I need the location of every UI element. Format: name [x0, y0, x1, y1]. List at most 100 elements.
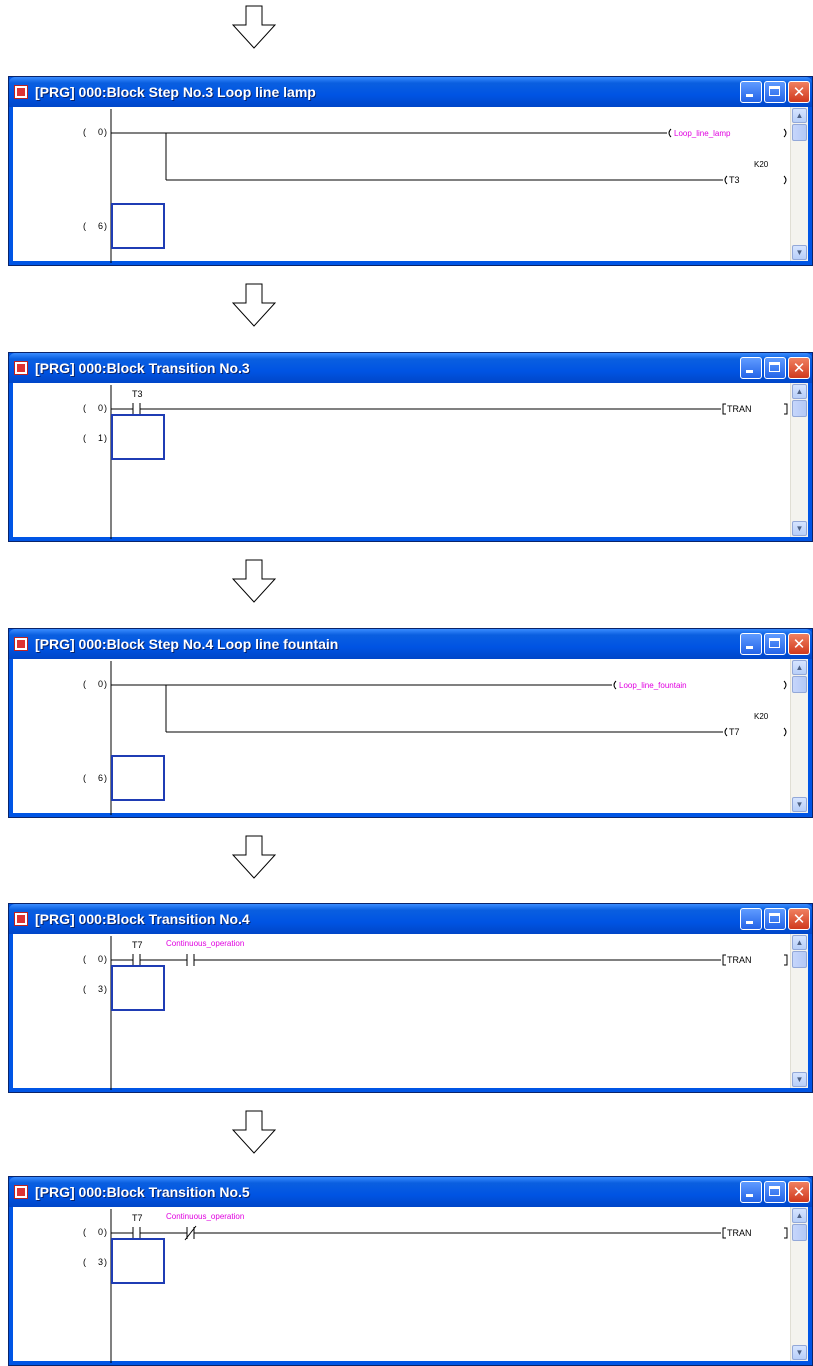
- step-number: 6: [98, 773, 103, 783]
- scroll-down-icon[interactable]: ▼: [792, 1072, 807, 1087]
- editor-cursor[interactable]: [111, 1238, 165, 1284]
- step-number: 0: [98, 127, 103, 137]
- contact-comment: Continuous_operation: [166, 939, 244, 948]
- scroll-down-icon[interactable]: ▼: [792, 1345, 807, 1360]
- scroll-up-icon[interactable]: ▲: [792, 1208, 807, 1223]
- minimize-button[interactable]: [740, 633, 762, 655]
- scroll-up-icon[interactable]: ▲: [792, 660, 807, 675]
- instruction-bracket: [784, 1227, 788, 1239]
- step-bracket: ): [104, 984, 107, 994]
- ladder-editor[interactable]: ( 0 ) T7 Continuous_operation TRAN ( 3 )…: [13, 1207, 808, 1363]
- vertical-scrollbar[interactable]: ▲ ▼: [790, 934, 808, 1088]
- vertical-scrollbar[interactable]: ▲ ▼: [790, 383, 808, 537]
- ladder-window-transition5[interactable]: [PRG] 000:Block Transition No.5 ✕ ( 0 ) …: [8, 1176, 813, 1366]
- step-bracket: ): [104, 221, 107, 231]
- ladder-window-transition3[interactable]: [PRG] 000:Block Transition No.3 ✕ ( 0 ) …: [8, 352, 813, 542]
- coil-symbol: [783, 175, 787, 185]
- close-button[interactable]: ✕: [788, 81, 810, 103]
- step-bracket: ): [104, 1227, 107, 1237]
- step-bracket: ): [104, 954, 107, 964]
- ladder-diagram[interactable]: ( 0 ) Loop_line_fountain T7 K20 ( 6 ): [13, 659, 796, 815]
- timer-constant: K20: [754, 712, 769, 721]
- title-bar[interactable]: [PRG] 000:Block Transition No.3 ✕: [9, 353, 812, 383]
- ladder-diagram[interactable]: ( 0 ) Loop_line_lamp T3 K20 ( 6 ): [13, 107, 796, 263]
- instruction-bracket: [784, 403, 788, 415]
- scroll-up-icon[interactable]: ▲: [792, 935, 807, 950]
- vertical-scrollbar[interactable]: ▲ ▼: [790, 659, 808, 813]
- scroll-thumb[interactable]: [792, 400, 807, 417]
- ladder-window-transition4[interactable]: [PRG] 000:Block Transition No.4 ✕ ( 0 ) …: [8, 903, 813, 1093]
- ladder-editor[interactable]: ( 0 ) T3 TRAN ( 1 ) ▲ ▼: [13, 383, 808, 539]
- ladder-window-step3[interactable]: [PRG] 000:Block Step No.3 Loop line lamp…: [8, 76, 813, 266]
- title-bar[interactable]: [PRG] 000:Block Step No.3 Loop line lamp…: [9, 77, 812, 107]
- step-bracket: (: [83, 221, 86, 231]
- maximize-button[interactable]: [764, 357, 786, 379]
- editor-cursor[interactable]: [111, 965, 165, 1011]
- contact-device: T7: [132, 1213, 143, 1223]
- step-bracket: (: [83, 127, 86, 137]
- minimize-button[interactable]: [740, 908, 762, 930]
- coil-comment: Loop_line_fountain: [619, 681, 687, 690]
- step-bracket: ): [104, 679, 107, 689]
- coil-comment: Loop_line_lamp: [674, 129, 731, 138]
- step-number: 0: [98, 1227, 103, 1237]
- ladder-editor[interactable]: ( 0 ) Loop_line_lamp T3 K20 ( 6 ) ▲ ▼: [13, 107, 808, 263]
- minimize-button[interactable]: [740, 81, 762, 103]
- editor-cursor[interactable]: [111, 755, 165, 801]
- scroll-thumb[interactable]: [792, 951, 807, 968]
- ladder-diagram[interactable]: ( 0 ) T7 Continuous_operation TRAN ( 3 ): [13, 1207, 796, 1363]
- tran-instruction: TRAN: [727, 955, 752, 965]
- step-bracket: ): [104, 127, 107, 137]
- editor-cursor[interactable]: [111, 414, 165, 460]
- coil-symbol: [724, 727, 728, 737]
- ladder-window-step4[interactable]: [PRG] 000:Block Step No.4 Loop line foun…: [8, 628, 813, 818]
- instruction-bracket: [722, 1227, 726, 1239]
- window-title: [PRG] 000:Block Transition No.4: [35, 911, 250, 927]
- maximize-button[interactable]: [764, 633, 786, 655]
- step-number: 0: [98, 954, 103, 964]
- ladder-diagram[interactable]: ( 0 ) T3 TRAN ( 1 ): [13, 383, 796, 539]
- ladder-app-icon: [14, 85, 28, 99]
- minimize-button[interactable]: [740, 1181, 762, 1203]
- scroll-down-icon[interactable]: ▼: [792, 797, 807, 812]
- step-bracket: ): [104, 433, 107, 443]
- close-icon: ✕: [792, 910, 806, 928]
- ladder-diagram[interactable]: ( 0 ) T7 Continuous_operation TRAN ( 3 ): [13, 934, 796, 1090]
- scroll-down-icon[interactable]: ▼: [792, 521, 807, 536]
- vertical-scrollbar[interactable]: ▲ ▼: [790, 107, 808, 261]
- step-bracket: (: [83, 433, 86, 443]
- scroll-up-icon[interactable]: ▲: [792, 108, 807, 123]
- vertical-scrollbar[interactable]: ▲ ▼: [790, 1207, 808, 1361]
- window-title: [PRG] 000:Block Transition No.3: [35, 360, 250, 376]
- coil-symbol: [783, 128, 787, 138]
- step-number: 6: [98, 221, 103, 231]
- scroll-thumb[interactable]: [792, 676, 807, 693]
- step-number: 0: [98, 403, 103, 413]
- close-button[interactable]: ✕: [788, 1181, 810, 1203]
- maximize-button[interactable]: [764, 81, 786, 103]
- step-bracket: (: [83, 773, 86, 783]
- title-bar[interactable]: [PRG] 000:Block Transition No.5 ✕: [9, 1177, 812, 1207]
- scroll-thumb[interactable]: [792, 124, 807, 141]
- editor-cursor[interactable]: [111, 203, 165, 249]
- scroll-thumb[interactable]: [792, 1224, 807, 1241]
- maximize-button[interactable]: [764, 1181, 786, 1203]
- instruction-bracket: [784, 954, 788, 966]
- scroll-up-icon[interactable]: ▲: [792, 384, 807, 399]
- instruction-bracket: [722, 954, 726, 966]
- close-icon: ✕: [792, 635, 806, 653]
- step-bracket: (: [83, 984, 86, 994]
- scroll-down-icon[interactable]: ▼: [792, 245, 807, 260]
- ladder-editor[interactable]: ( 0 ) Loop_line_fountain T7 K20 ( 6 ) ▲ …: [13, 659, 808, 815]
- close-button[interactable]: ✕: [788, 908, 810, 930]
- ladder-editor[interactable]: ( 0 ) T7 Continuous_operation TRAN ( 3 )…: [13, 934, 808, 1090]
- ladder-app-icon: [14, 1185, 28, 1199]
- close-button[interactable]: ✕: [788, 633, 810, 655]
- minimize-button[interactable]: [740, 357, 762, 379]
- title-bar[interactable]: [PRG] 000:Block Step No.4 Loop line foun…: [9, 629, 812, 659]
- close-button[interactable]: ✕: [788, 357, 810, 379]
- maximize-button[interactable]: [764, 908, 786, 930]
- ladder-app-icon: [14, 637, 28, 651]
- title-bar[interactable]: [PRG] 000:Block Transition No.4 ✕: [9, 904, 812, 934]
- down-arrow-icon: [232, 1110, 276, 1154]
